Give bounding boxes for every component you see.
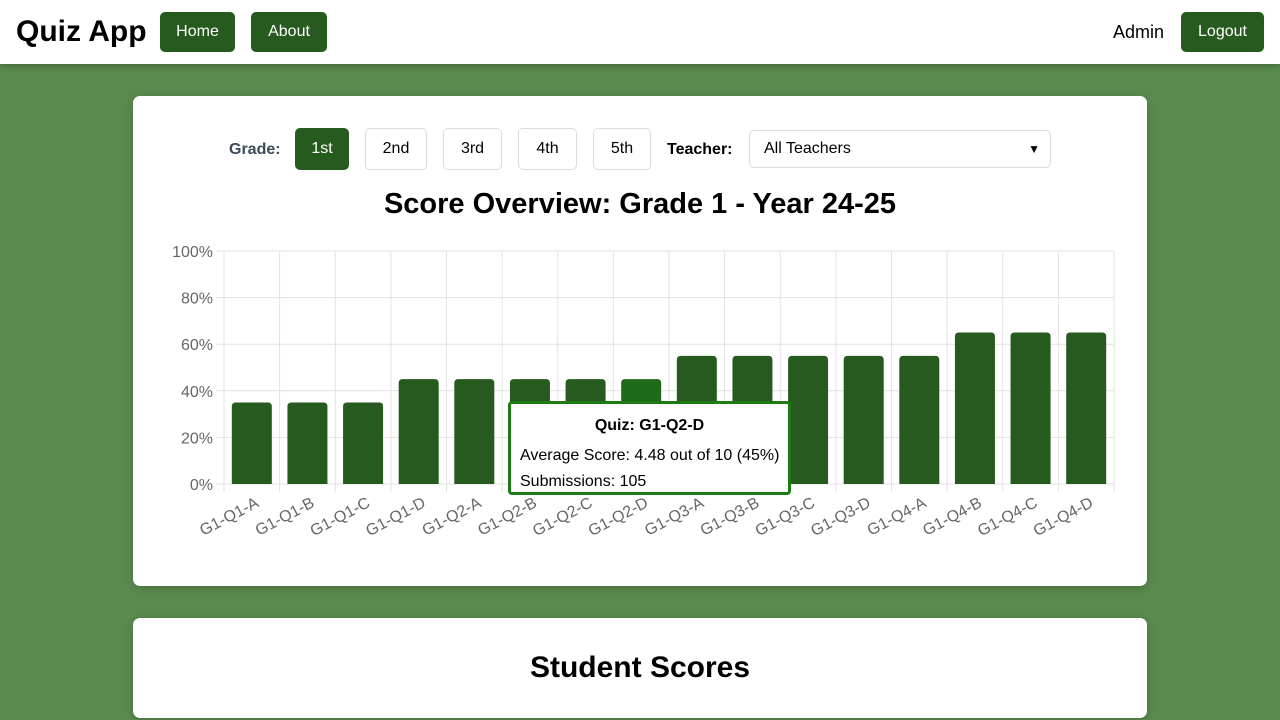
x-tick-label: G1-Q4-B	[920, 495, 985, 540]
x-tick-label: G1-Q2-D	[586, 495, 651, 540]
grade-button-4th[interactable]: 4th	[518, 128, 577, 170]
x-tick-label: G1-Q3-A	[642, 494, 707, 539]
teacher-filter-label: Teacher:	[667, 141, 733, 158]
grade-button-2nd[interactable]: 2nd	[365, 128, 427, 170]
bar-g1-q4-d	[1066, 332, 1107, 484]
bar-g1-q3-d	[843, 355, 884, 484]
app-brand[interactable]: Quiz App	[16, 14, 147, 50]
score-bar-chart: 0%20%40%60%80%100%G1-Q1-AG1-Q1-BG1-Q1-CG…	[172, 244, 1115, 540]
navbar: Quiz App Home About Admin Logout	[0, 0, 1280, 64]
home-button[interactable]: Home	[160, 12, 235, 52]
grade-button-1st[interactable]: 1st	[295, 128, 349, 170]
y-tick-label: 100%	[172, 244, 213, 261]
student-scores-title: Student Scores	[529, 651, 751, 684]
bar-g1-q3-c	[788, 355, 829, 484]
x-tick-label: G1-Q4-A	[865, 494, 930, 539]
score-overview-card: Grade: 1st 2nd 3rd 4th 5th Teacher: All …	[133, 96, 1147, 586]
x-tick-label: G1-Q3-D	[808, 495, 873, 540]
chart-tooltip: Quiz: G1-Q2-D Average Score: 4.48 out of…	[508, 401, 791, 495]
x-tick-label: G1-Q2-A	[420, 494, 485, 539]
y-tick-label: 20%	[181, 430, 213, 447]
grade-button-5th[interactable]: 5th	[593, 128, 651, 170]
grade-filter-label: Grade:	[229, 141, 281, 158]
bar-g1-q2-a	[454, 379, 495, 484]
x-tick-label: G1-Q2-B	[475, 495, 540, 540]
teacher-select-value: All Teachers	[764, 140, 851, 157]
x-tick-label: G1-Q1-A	[197, 494, 262, 539]
tooltip-average-score: Average Score: 4.48 out of 10 (45%)	[520, 447, 780, 464]
teacher-select[interactable]: All Teachers ▼	[749, 130, 1051, 168]
about-button[interactable]: About	[251, 12, 327, 52]
user-name: Admin	[1113, 22, 1165, 42]
x-tick-label: G1-Q1-C	[308, 495, 373, 540]
x-tick-label: G1-Q3-C	[753, 495, 818, 540]
y-tick-label: 0%	[190, 477, 213, 494]
tooltip-submissions: Submissions: 105	[520, 473, 647, 490]
x-tick-label: G1-Q3-B	[698, 495, 763, 540]
x-tick-label: G1-Q1-D	[363, 495, 428, 540]
chart-title: Score Overview: Grade 1 - Year 24-25	[383, 188, 897, 220]
student-scores-card: Student Scores	[133, 618, 1147, 718]
y-tick-label: 40%	[181, 384, 213, 401]
x-tick-label: G1-Q4-D	[1031, 495, 1096, 540]
y-tick-label: 60%	[181, 337, 213, 354]
x-tick-label: G1-Q4-C	[975, 495, 1040, 540]
bar-g1-q4-b	[954, 332, 995, 484]
tooltip-title: Quiz: G1-Q2-D	[594, 417, 705, 434]
chevron-down-icon: ▼	[1028, 142, 1040, 156]
x-tick-label: G1-Q2-C	[530, 495, 595, 540]
bar-g1-q1-b	[287, 402, 328, 484]
bar-g1-q1-d	[398, 379, 439, 484]
bar-g1-q1-c	[343, 402, 384, 484]
x-tick-label: G1-Q1-B	[253, 495, 318, 540]
y-tick-label: 80%	[181, 291, 213, 308]
bar-g1-q1-a	[231, 402, 272, 484]
grade-button-3rd[interactable]: 3rd	[443, 128, 502, 170]
bar-g1-q4-a	[899, 355, 940, 484]
logout-button[interactable]: Logout	[1181, 12, 1264, 52]
bar-g1-q4-c	[1010, 332, 1051, 484]
